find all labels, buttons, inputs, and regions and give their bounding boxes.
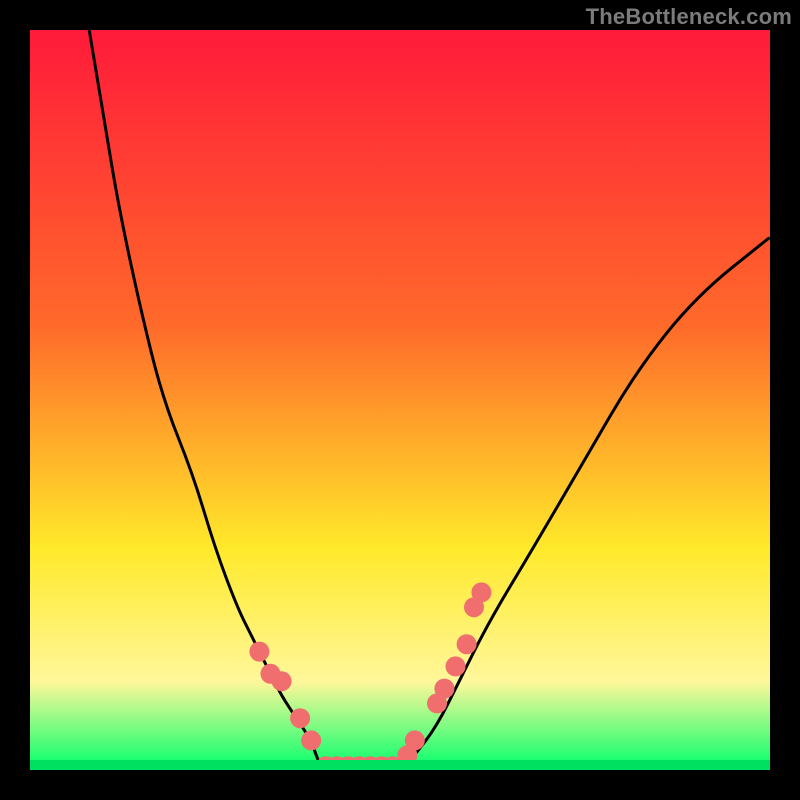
data-marker (405, 730, 425, 750)
data-marker (446, 656, 466, 676)
data-marker (434, 679, 454, 699)
data-marker (301, 730, 321, 750)
gradient-background (30, 30, 770, 770)
baseline-strip (30, 760, 770, 770)
chart-frame: TheBottleneck.com (0, 0, 800, 800)
data-marker (249, 642, 269, 662)
data-marker (457, 634, 477, 654)
attribution-label: TheBottleneck.com (586, 4, 792, 30)
plot-area (30, 30, 770, 770)
data-marker (471, 582, 491, 602)
data-marker (290, 708, 310, 728)
chart-svg (30, 30, 770, 770)
data-marker (272, 671, 292, 691)
